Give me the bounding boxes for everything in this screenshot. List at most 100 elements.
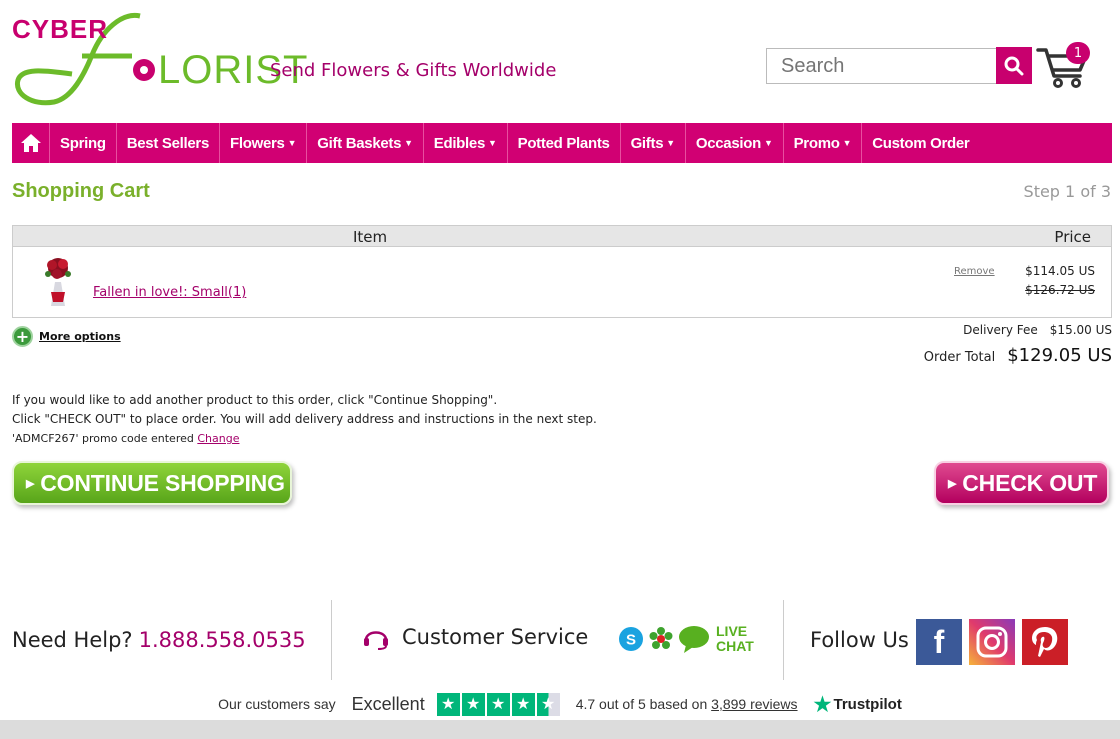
delivery-fee-row: Delivery Fee $15.00 US [963,323,1112,337]
trustpilot-rating-prefix: 4.7 out of 5 based on [575,696,712,712]
caret-down-icon: ▼ [488,138,497,148]
trustpilot-widget[interactable]: Our customers say Excellent ★ ★ ★ ★ ★ 4.… [0,692,1120,716]
cart-table-header: Item Price [13,226,1111,247]
nav-spring[interactable]: Spring [50,123,117,163]
item-price: $114.05 US [1025,264,1095,278]
cart-item-link[interactable]: Fallen in love!: Small(1) [93,285,246,300]
nav-label: Flowers [230,134,285,152]
caret-down-icon: ▼ [842,138,852,148]
nav-label: Potted Plants [517,134,610,152]
page-title: Shopping Cart [12,180,150,202]
nav-label: Occasion [695,134,761,152]
trustpilot-rating-text: 4.7 out of 5 based on 3,899 reviews [576,696,798,712]
star-icon: ★ [461,692,485,716]
home-icon [20,134,41,152]
footer-divider [783,600,784,680]
promo-code-line: 'ADMCF267' promo code entered Change [12,432,239,445]
need-help: Need Help? 1.888.558.0535 [12,628,306,652]
search-input[interactable] [766,48,998,84]
live-chat-line: CHAT [716,638,754,654]
order-total-row: Order Total $129.05 US [924,345,1112,366]
checkout-button[interactable]: ▶ CHECK OUT [934,461,1109,505]
trustpilot-star-icon: ★ [813,693,832,716]
customer-service[interactable]: Customer Service [362,624,588,650]
more-options-label: More options [39,330,121,343]
delivery-fee-value: $15.00 US [1049,323,1112,337]
continue-shopping-label: CONTINUE SHOPPING [40,469,285,496]
logo-text-top: CYBER [12,14,109,44]
icq-flower-icon[interactable] [648,626,674,652]
nav-label: Edibles [433,134,486,152]
live-chat-label[interactable]: LIVE CHAT [716,624,754,654]
nav-potted-plants[interactable]: Potted Plants [508,123,621,163]
footer-divider [331,600,332,680]
pinterest-icon[interactable] [1022,619,1068,665]
follow-us-label: Follow Us [810,628,909,652]
search-icon [1004,56,1024,75]
nav-label: Gifts [630,134,664,152]
nav-label: Best Sellers [126,134,210,152]
product-thumbnail[interactable] [37,252,79,308]
order-total-value: $129.05 US [1007,345,1112,366]
nav-label: Gift Baskets [317,134,402,152]
facebook-icon[interactable]: f [916,619,962,665]
remove-item-link[interactable]: Remove [954,266,995,277]
change-promo-link[interactable]: Change [197,432,239,445]
facebook-glyph: f [933,623,945,660]
live-chat-line: LIVE [716,623,748,639]
cart-table: Item Price Fallen in love!: Small(1) Rem… [12,225,1112,318]
nav-gifts[interactable]: Gifts ▼ [621,123,686,163]
caret-down-icon: ▼ [763,138,773,148]
plus-circle-icon: + [12,326,33,347]
page-bottom-bar [0,720,1120,739]
customer-service-label: Customer Service [402,625,589,649]
caret-down-icon: ▼ [404,138,413,148]
star-icon: ★ [511,692,535,716]
cyberflorist-logo[interactable]: CYBER LORIST [12,10,307,108]
trustpilot-reviews-link[interactable]: 3,899 reviews [711,696,797,712]
svg-text:S: S [626,632,636,649]
delivery-fee-label: Delivery Fee [963,323,1038,337]
chat-options: S LIVE CHAT [618,624,754,654]
caret-down-icon: ▼ [666,138,675,148]
search-button[interactable] [996,47,1032,84]
promo-code-text: 'ADMCF267' promo code entered [12,432,198,445]
checkout-step-indicator: Step 1 of 3 [1023,182,1111,201]
column-header-item: Item [353,228,388,246]
phone-number-link[interactable]: 1.888.558.0535 [139,628,306,652]
caret-down-icon: ▼ [287,138,297,148]
nav-label: Spring [60,134,106,152]
headset-icon [364,631,388,650]
instagram-glyph [976,626,1008,658]
arrow-right-icon: ▶ [948,477,957,490]
arrow-right-icon: ▶ [26,477,35,490]
star-icon: ★ [436,692,460,716]
cart-count-badge: 1 [1066,42,1090,64]
nav-label: Promo [793,134,840,152]
instagram-icon[interactable] [969,619,1015,665]
pinterest-glyph [1032,627,1058,657]
star-half-icon: ★ [536,692,560,716]
need-help-label: Need Help? [12,628,133,652]
trustpilot-rating-word: Excellent [351,693,425,714]
nav-gift-baskets[interactable]: Gift Baskets ▼ [307,123,424,163]
nav-best-sellers[interactable]: Best Sellers [117,123,220,163]
nav-promo[interactable]: Promo ▼ [784,123,863,163]
live-chat-bubble-icon[interactable] [678,624,710,654]
trustpilot-intro: Our customers say [218,696,336,712]
nav-edibles[interactable]: Edibles ▼ [424,123,508,163]
site-header: CYBER LORIST Send Flowers & Gifts Worldw… [0,0,1120,122]
trustpilot-logo[interactable]: ★ Trustpilot [814,692,902,717]
more-options-toggle[interactable]: + More options [12,326,121,347]
checkout-label: CHECK OUT [962,469,1098,496]
nav-home[interactable] [12,123,50,163]
nav-custom-order[interactable]: Custom Order [862,123,979,163]
nav-occasion[interactable]: Occasion ▼ [686,123,784,163]
continue-shopping-button[interactable]: ▶ CONTINUE SHOPPING [12,461,292,505]
skype-icon[interactable]: S [618,626,644,652]
nav-flowers[interactable]: Flowers ▼ [220,123,308,163]
tagline: Send Flowers & Gifts Worldwide [270,60,557,81]
item-original-price: $126.72 US [1025,283,1095,297]
column-header-price: Price [1054,228,1091,246]
main-nav: Spring Best Sellers Flowers ▼ Gift Basket… [12,123,1112,163]
